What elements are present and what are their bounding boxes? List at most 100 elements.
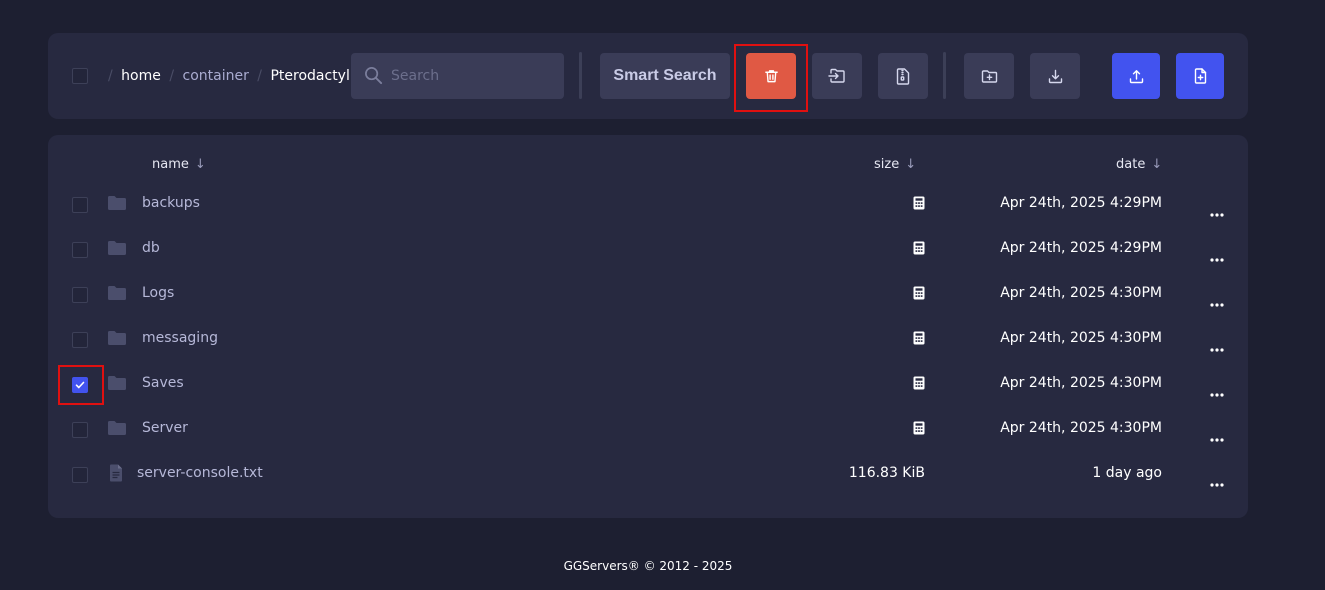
file-date: Apr 24th, 2025 4:30PM xyxy=(1000,285,1162,301)
file-date: Apr 24th, 2025 4:30PM xyxy=(1000,375,1162,391)
toolbar-divider xyxy=(943,52,946,99)
breadcrumb-home[interactable]: home xyxy=(121,68,161,84)
new-folder-button[interactable] xyxy=(964,53,1014,99)
row-checkbox[interactable] xyxy=(72,467,88,483)
more-options-icon xyxy=(1210,213,1224,217)
file-row[interactable]: Logs Apr 24th, 2025 4:30PM xyxy=(48,272,1248,317)
smart-search-button[interactable]: Smart Search xyxy=(600,53,730,99)
row-menu-button[interactable] xyxy=(1210,202,1224,221)
file-row[interactable]: messaging Apr 24th, 2025 4:30PM xyxy=(48,317,1248,362)
folder-icon xyxy=(108,286,126,300)
file-size: 116.83 KiB xyxy=(848,465,925,481)
download-button[interactable] xyxy=(1030,53,1080,99)
new-folder-icon xyxy=(981,69,997,83)
file-row[interactable]: Server Apr 24th, 2025 4:30PM xyxy=(48,407,1248,452)
file-name[interactable]: Saves xyxy=(142,375,184,391)
file-name[interactable]: backups xyxy=(142,195,200,211)
folder-icon xyxy=(108,376,126,390)
breadcrumb-separator: / xyxy=(257,68,263,84)
file-name[interactable]: messaging xyxy=(142,330,218,346)
row-menu-button[interactable] xyxy=(1210,472,1224,491)
row-checkbox[interactable] xyxy=(72,242,88,258)
file-date: Apr 24th, 2025 4:30PM xyxy=(1000,420,1162,436)
row-checkbox[interactable] xyxy=(72,197,88,213)
file-date: Apr 24th, 2025 4:29PM xyxy=(1000,195,1162,211)
file-name[interactable]: Logs xyxy=(142,285,174,301)
select-all-checkbox[interactable] xyxy=(72,68,88,84)
new-file-icon xyxy=(1194,68,1206,84)
more-options-icon xyxy=(1210,483,1224,487)
row-menu-button[interactable] xyxy=(1210,337,1224,356)
calculate-size-icon xyxy=(913,421,925,435)
row-menu-button[interactable] xyxy=(1210,427,1224,446)
column-date-label: date xyxy=(1116,157,1146,172)
file-row[interactable]: backups Apr 24th, 2025 4:29PM xyxy=(48,182,1248,227)
more-options-icon xyxy=(1210,303,1224,307)
sort-arrow-icon: ↓ xyxy=(1151,157,1163,172)
upload-button[interactable] xyxy=(1112,53,1160,99)
archive-button[interactable] xyxy=(878,53,928,99)
toolbar-divider xyxy=(579,52,582,99)
column-name-label: name xyxy=(152,157,189,172)
folder-icon xyxy=(108,196,126,210)
calculate-size-button[interactable] xyxy=(913,420,925,439)
more-options-icon xyxy=(1210,393,1224,397)
calculate-size-button[interactable] xyxy=(913,195,925,214)
calculate-size-icon xyxy=(913,241,925,255)
row-menu-button[interactable] xyxy=(1210,382,1224,401)
search-box xyxy=(351,53,564,99)
calculate-size-button[interactable] xyxy=(913,375,925,394)
file-row[interactable]: server-console.txt 116.83 KiB 1 day ago xyxy=(48,452,1248,497)
row-checkbox[interactable] xyxy=(72,332,88,348)
file-toolbar: / home / container / Pterodactyl Smart S… xyxy=(48,33,1248,119)
more-options-icon xyxy=(1210,258,1224,262)
file-list: name ↓ size ↓ date ↓ backups Apr 24th, 2025 … xyxy=(48,135,1248,518)
delete-button[interactable] xyxy=(746,53,796,99)
file-row[interactable]: db Apr 24th, 2025 4:29PM xyxy=(48,227,1248,272)
file-row[interactable]: Saves Apr 24th, 2025 4:30PM xyxy=(48,362,1248,407)
calculate-size-icon xyxy=(913,196,925,210)
calculate-size-button[interactable] xyxy=(913,285,925,304)
upload-icon xyxy=(1129,69,1143,83)
file-name[interactable]: Server xyxy=(142,420,188,436)
archive-icon xyxy=(896,67,910,85)
file-date: Apr 24th, 2025 4:29PM xyxy=(1000,240,1162,256)
folder-type-icon xyxy=(107,195,127,215)
row-checkbox[interactable] xyxy=(72,377,88,393)
trash-icon xyxy=(764,70,778,83)
row-menu-button[interactable] xyxy=(1210,247,1224,266)
column-header-size[interactable]: size ↓ xyxy=(874,157,916,172)
column-header-date[interactable]: date ↓ xyxy=(1116,157,1162,172)
file-date: 1 day ago xyxy=(1092,465,1162,481)
checkmark-icon xyxy=(75,381,85,389)
more-options-icon xyxy=(1210,438,1224,442)
breadcrumb-container[interactable]: container xyxy=(183,68,249,84)
sort-arrow-icon: ↓ xyxy=(905,157,917,172)
row-checkbox[interactable] xyxy=(72,422,88,438)
move-button[interactable] xyxy=(812,53,862,99)
file-type-icon xyxy=(109,464,123,486)
new-file-button[interactable] xyxy=(1176,53,1224,99)
calculate-size-button[interactable] xyxy=(913,330,925,349)
calculate-size-button[interactable] xyxy=(913,240,925,259)
breadcrumb-separator: / xyxy=(169,68,175,84)
calculate-size-icon xyxy=(913,331,925,345)
folder-type-icon xyxy=(107,330,127,350)
row-checkbox[interactable] xyxy=(72,287,88,303)
folder-icon xyxy=(108,421,126,435)
file-date: Apr 24th, 2025 4:30PM xyxy=(1000,330,1162,346)
folder-type-icon xyxy=(107,375,127,395)
folder-icon xyxy=(108,331,126,345)
file-name[interactable]: server-console.txt xyxy=(137,465,263,481)
calculate-size-icon xyxy=(913,286,925,300)
row-menu-button[interactable] xyxy=(1210,292,1224,311)
text-file-icon xyxy=(110,464,122,482)
breadcrumb: / home / container / Pterodactyl xyxy=(104,68,350,84)
folder-type-icon xyxy=(107,240,127,260)
search-input[interactable] xyxy=(391,53,559,99)
breadcrumb-separator: / xyxy=(108,68,113,84)
more-options-icon xyxy=(1210,348,1224,352)
footer-copyright: GGServers® © 2012 - 2025 xyxy=(563,559,733,573)
column-header-name[interactable]: name ↓ xyxy=(152,157,206,172)
file-name[interactable]: db xyxy=(142,240,160,256)
